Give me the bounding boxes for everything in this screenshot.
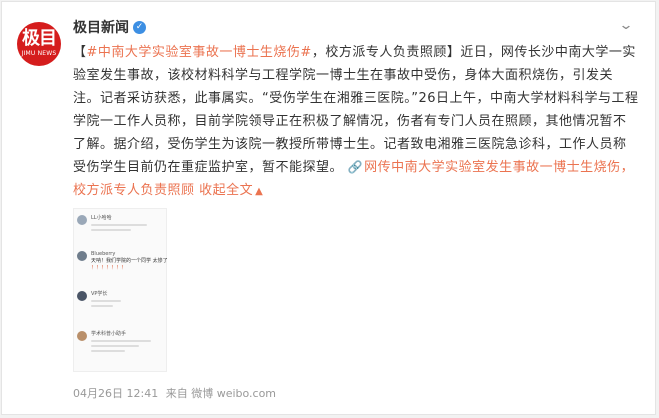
comment-text-line [91,340,151,342]
comment-avatar [77,215,87,225]
chevron-down-icon[interactable]: ⌄ [616,19,636,33]
post-meta: 04月26日 12:41 来自 微博 weibo.com [73,385,280,401]
account-avatar[interactable]: 极目 JIMU NEWS [17,22,61,66]
comment-text-line [91,305,113,307]
link-icon: 🔗 [347,160,364,174]
verified-badge-icon: ✓ [133,20,146,34]
post-hashtag-link[interactable]: #中南大学实验室事故一博士生烧伤# [87,45,312,60]
comment-author: LL小哈哈 [91,215,112,221]
comment-text-line [91,345,139,347]
comment-author: VP学长 [91,291,108,297]
post-content: 【#中南大学实验室事故一博士生烧伤#，校方派专人负责照顾】近日，网传长沙中南大学… [73,41,639,203]
comment-avatar [77,331,87,341]
comment-text-line [91,350,125,352]
avatar-logo-text: 极目 [22,28,57,49]
comment-text-line [91,229,131,231]
comment-avatar [77,251,87,261]
post-bracket-open: 【 [73,45,87,60]
comment-avatar [77,291,87,301]
comment-author: 学术科普小助手 [91,331,127,337]
post-image-comment-screenshot[interactable]: LL小哈哈 Blueberry 天呐！我们学院的一个同学 太惨了 ！！！！！！！… [73,208,168,372]
avatar-logo-subtext: JIMU NEWS [21,50,57,57]
post-source: 来自 微博 weibo.com [165,387,277,400]
account-name[interactable]: 极目新闻 [73,17,129,37]
comment-author: Blueberry [91,251,116,257]
comment-text-line [91,224,147,226]
account-name-row: 极目新闻 ✓ [73,17,146,37]
weibo-post-card: 极目 JIMU NEWS 极目新闻 ✓ ⌄ 【#中南大学实验室事故一博士生烧伤#… [1,1,656,415]
collapse-text-button[interactable]: 收起全文 [199,183,253,198]
chevron-up-icon[interactable]: ▲ [255,186,263,197]
comment-text: 天呐！我们学院的一个同学 太惨了 [91,258,168,264]
comment-text-line [91,300,121,302]
comment-text-extra: ！！！！！！！ [91,265,127,271]
post-timestamp[interactable]: 04月26日 12:41 [73,387,158,400]
